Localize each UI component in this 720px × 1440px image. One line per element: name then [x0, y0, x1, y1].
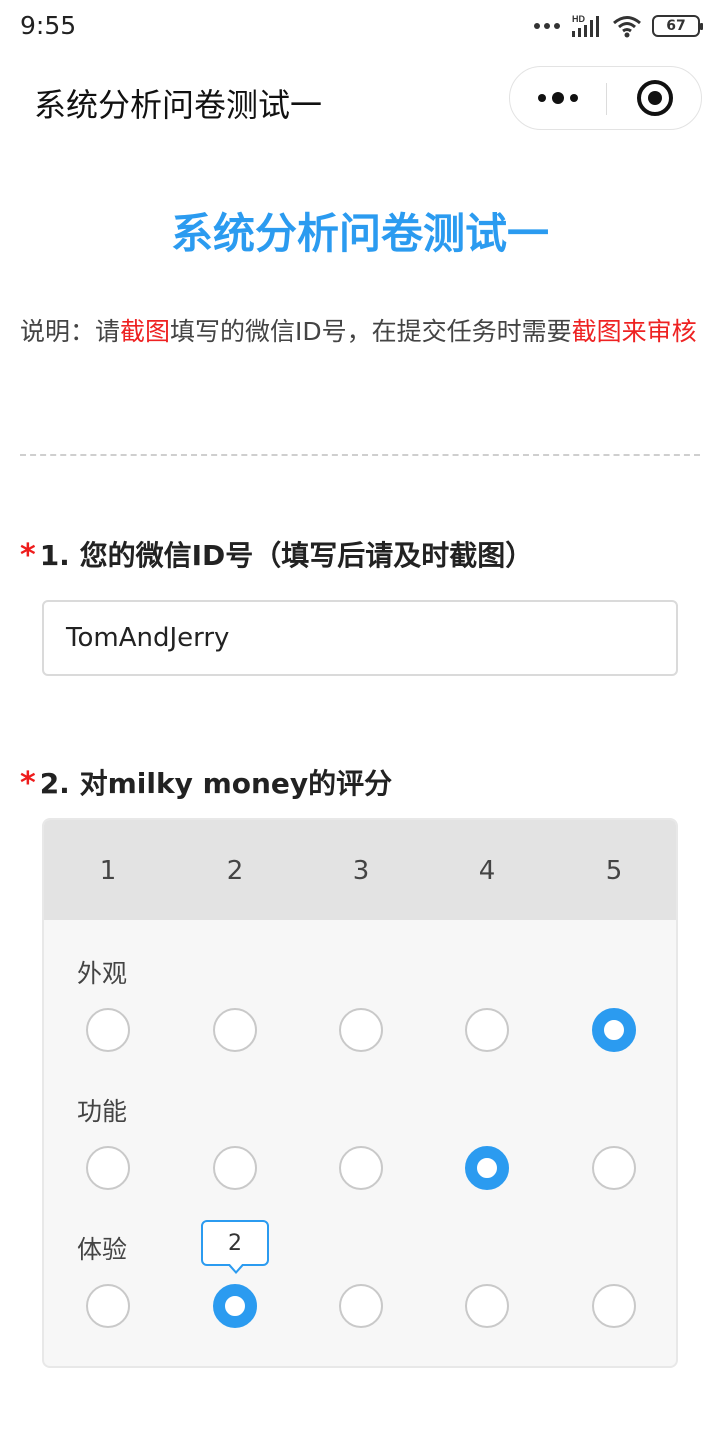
wechat-id-value: TomAndJerry [66, 623, 230, 653]
status-time: 9:55 [20, 11, 77, 40]
more-icon[interactable] [510, 67, 606, 129]
radio-experience-4[interactable] [465, 1284, 509, 1328]
scale-label: 1 [99, 856, 117, 886]
scale-label: 3 [352, 856, 370, 886]
description-text: 填写的微信ID号，在提交任务时需要 [170, 317, 572, 346]
question-2-title: * 2. 对milky money的评分 [20, 762, 392, 802]
close-target-icon[interactable] [607, 67, 703, 129]
radio-function-4[interactable] [465, 1146, 509, 1190]
question-1-title: * 1. 您的微信ID号（填写后请及时截图） [20, 534, 533, 574]
wechat-id-input[interactable]: TomAndJerry [42, 600, 678, 676]
status-bar: 9:55 HD 67 [0, 0, 720, 52]
network-label: HD [572, 14, 585, 24]
survey-title: 系统分析问卷测试一 [170, 209, 549, 258]
radio-function-5[interactable] [592, 1146, 636, 1190]
nav-bar: 系统分析问卷测试一 [0, 52, 720, 144]
radio-experience-1[interactable] [86, 1284, 130, 1328]
scale-label: 5 [605, 856, 623, 886]
radio-appearance-4[interactable] [465, 1008, 509, 1052]
radio-appearance-2[interactable] [213, 1008, 257, 1052]
rating-row-label-experience: 体验 [77, 1235, 128, 1264]
tooltip-tail-inner [229, 1263, 243, 1271]
radio-experience-5[interactable] [592, 1284, 636, 1328]
rating-matrix: 1 2 3 4 5 外观 功能 体验 2 [42, 818, 678, 1368]
question-2-label: 2. 对milky money的评分 [39, 767, 393, 800]
radio-function-1[interactable] [86, 1146, 130, 1190]
radio-experience-3[interactable] [339, 1284, 383, 1328]
dashed-divider [20, 454, 700, 456]
wifi-icon [613, 16, 641, 38]
question-1-label: 1. 您的微信ID号（填写后请及时截图） [39, 539, 534, 572]
radio-function-2[interactable] [213, 1146, 257, 1190]
battery-level: 67 [666, 18, 686, 34]
scale-label: 4 [478, 856, 496, 886]
capsule-menu [509, 66, 702, 130]
rating-row-label-appearance: 外观 [77, 959, 128, 988]
required-mark: * [20, 766, 36, 801]
radio-experience-2[interactable] [213, 1284, 257, 1328]
nav-title: 系统分析问卷测试一 [34, 86, 323, 124]
radio-function-3[interactable] [339, 1146, 383, 1190]
scale-label: 2 [226, 856, 244, 886]
radio-appearance-3[interactable] [339, 1008, 383, 1052]
description-highlight: 截图 [120, 317, 171, 346]
battery-icon: 67 [652, 15, 703, 37]
rating-row-label-function: 功能 [77, 1097, 128, 1126]
radio-appearance-1[interactable] [86, 1008, 130, 1052]
signal-icon: HD [572, 14, 599, 37]
rating-scale-header: 1 2 3 4 5 [44, 820, 676, 920]
more-dots-icon [534, 23, 560, 29]
description-highlight: 截图来审核 [571, 317, 697, 346]
required-mark: * [20, 538, 36, 573]
survey-description: 说明：请截图填写的微信ID号，在提交任务时需要截图来审核 [20, 308, 700, 356]
radio-appearance-5[interactable] [592, 1008, 636, 1052]
selection-tooltip: 2 [201, 1220, 269, 1266]
status-icons: HD 67 [534, 12, 703, 40]
description-text: 说明：请 [20, 317, 121, 346]
